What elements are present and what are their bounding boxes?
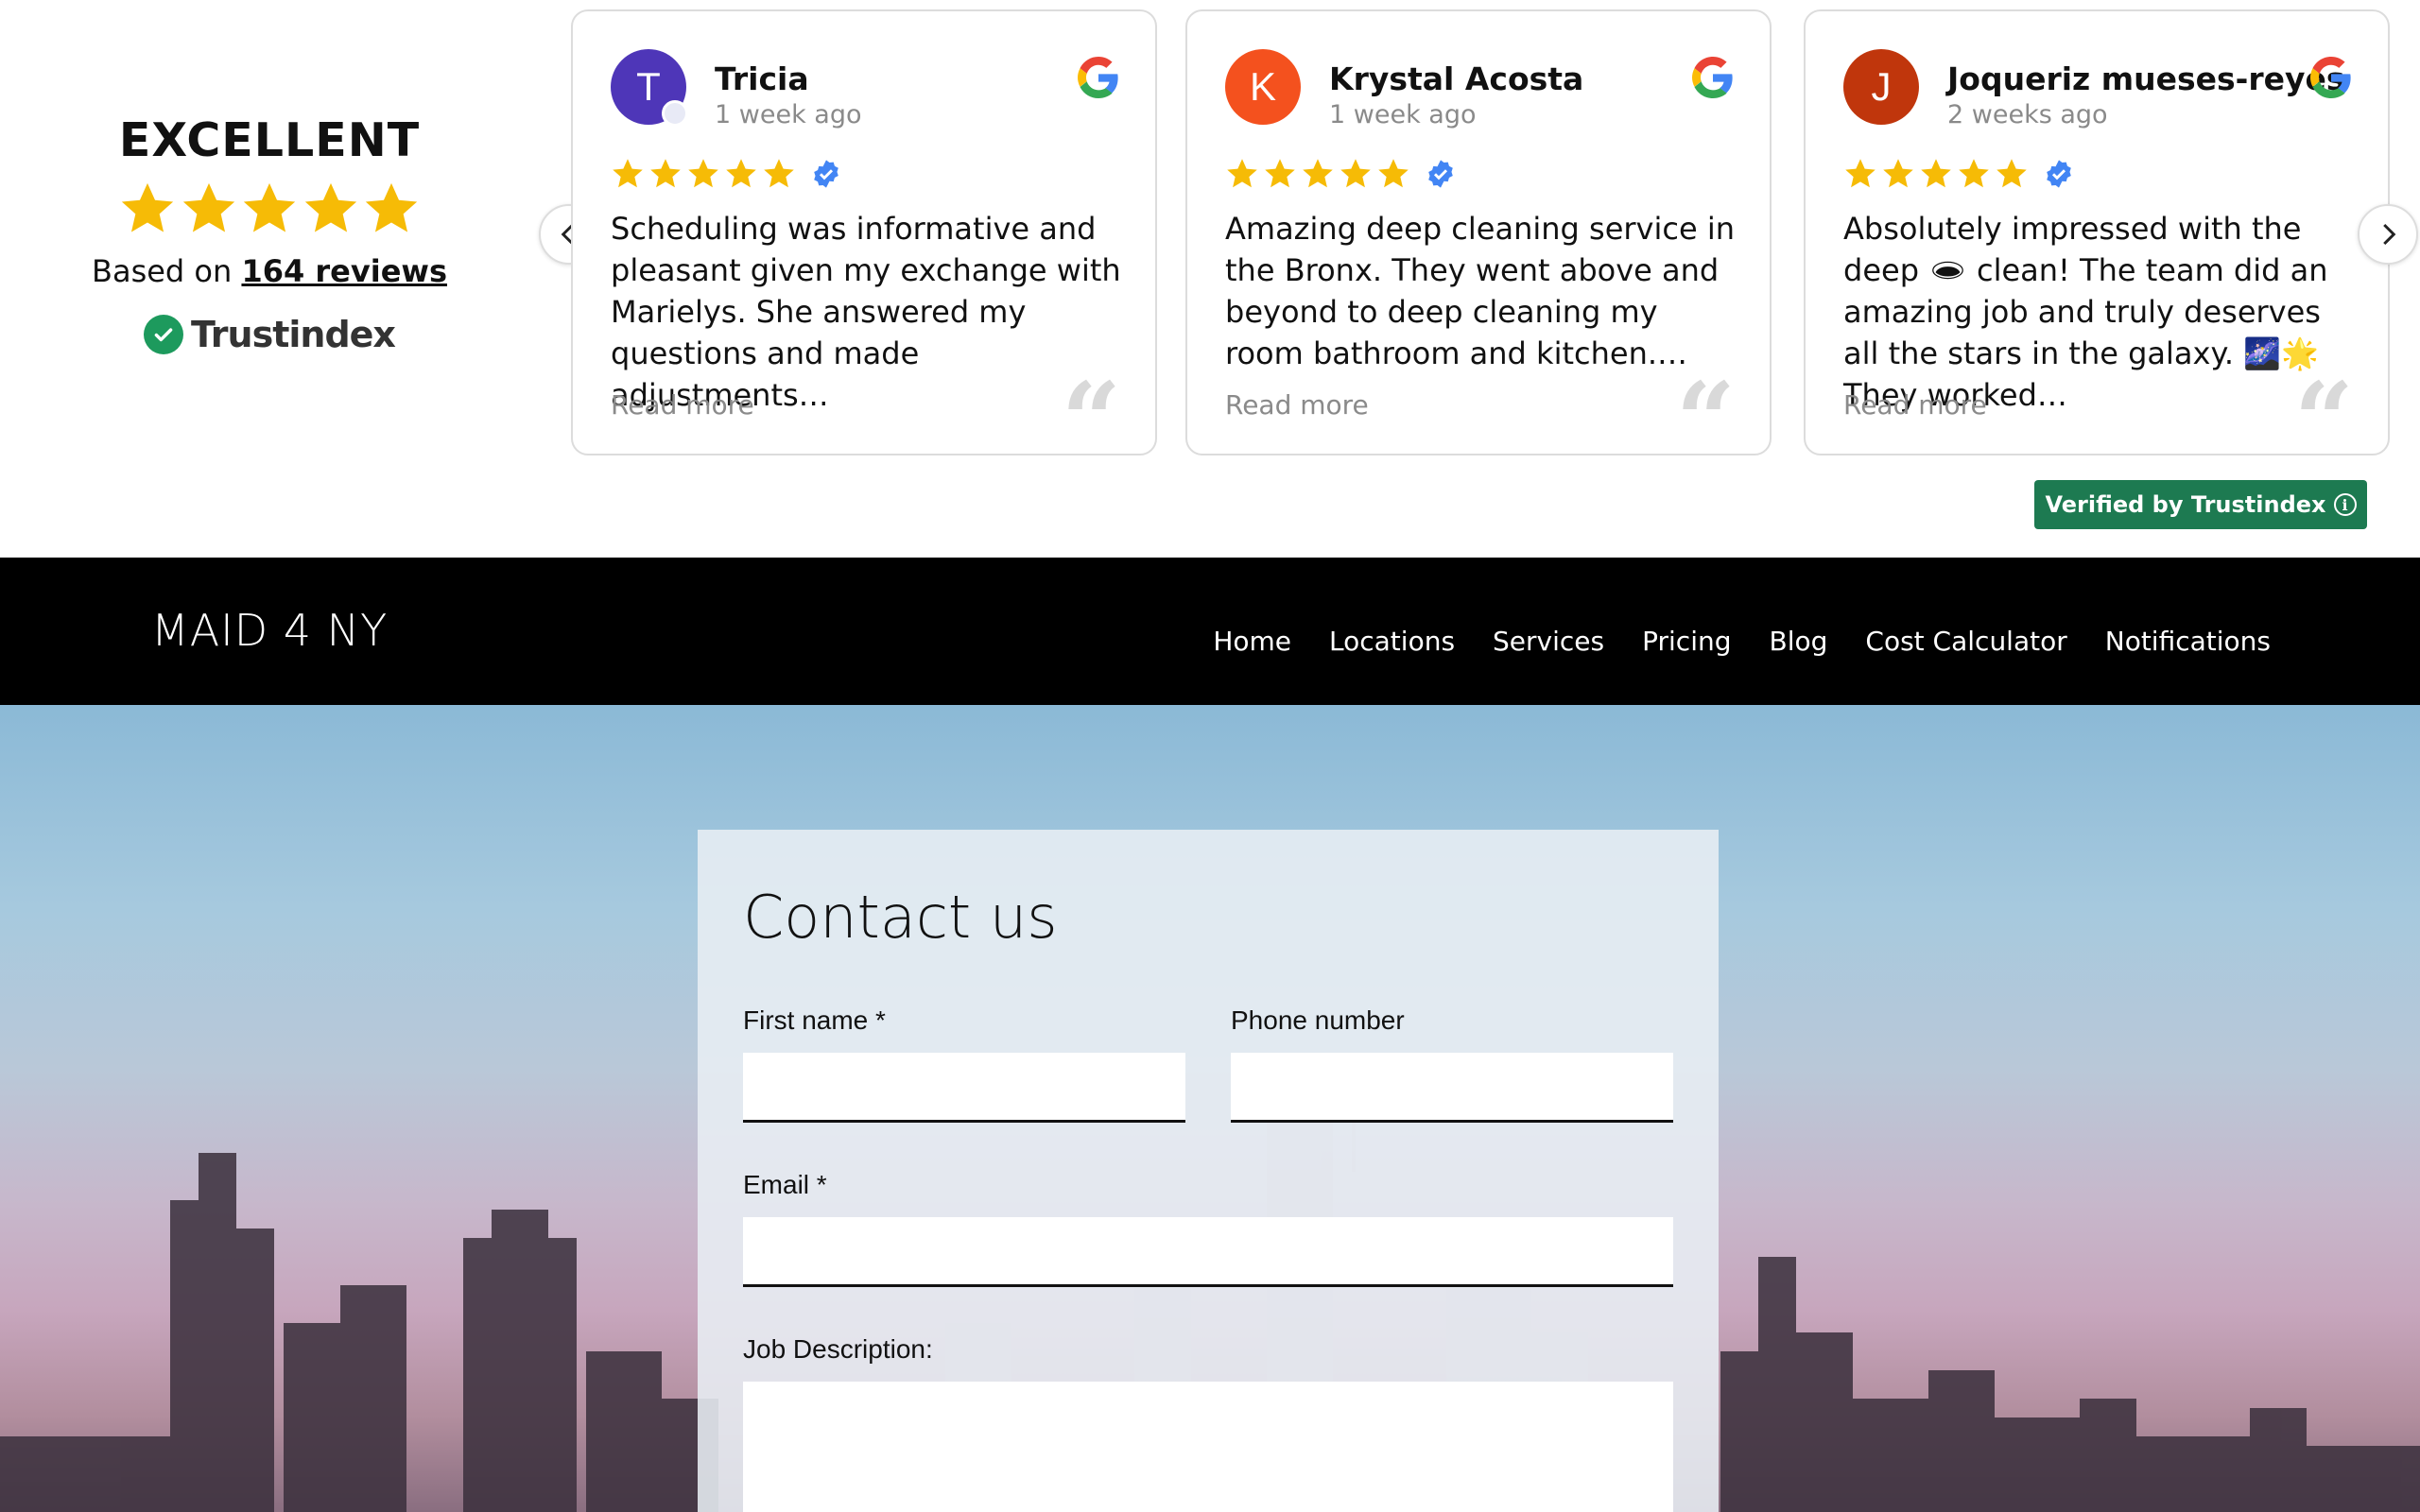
avatar-initial: J [1871,64,1892,109]
nav-item-cost-calculator[interactable]: Cost Calculator [1865,626,2066,657]
quote-icon: “ [2293,359,2354,481]
email-label: Email * [743,1170,827,1199]
review-time: 2 weeks ago [1947,100,2108,129]
review-time: 1 week ago [715,100,862,129]
google-logo-icon [1692,57,1733,98]
job-description-field[interactable] [743,1382,1673,1512]
review-card: T Tricia 1 week ago Scheduling was infor… [571,9,1157,472]
avatar: J [1843,49,1919,125]
read-more-link[interactable]: Read more [1225,389,1369,421]
rating-word: EXCELLENT [118,113,421,167]
star-icon [182,182,234,232]
quote-icon: “ [1061,359,1121,481]
reviewer-name: Tricia [715,60,809,97]
reviewer-name: Krystal Acosta [1329,60,1584,97]
summary-stars [118,180,421,242]
brand-name: Trustindex [191,314,396,355]
nav-item-blog[interactable]: Blog [1770,626,1828,657]
review-card: K Krystal Acosta 1 week ago Amazing deep… [1185,9,1772,472]
google-logo-icon [2310,57,2351,98]
star-icon [1340,159,1371,188]
star-icon [304,182,356,232]
review-time: 1 week ago [1329,100,1477,129]
read-more-link[interactable]: Read more [1843,389,1987,421]
review-count-link[interactable]: 164 reviews [241,253,447,289]
nav-item-locations[interactable]: Locations [1329,626,1455,657]
reviews-widget: EXCELLENT Based on 164 reviews Trustinde… [0,0,2420,558]
phone-field[interactable] [1231,1053,1673,1123]
star-icon [726,159,756,188]
star-icon [1227,159,1257,188]
review-card: J Joqueriz mueses-reyes 2 weeks ago Abso… [1804,9,2390,472]
email-field[interactable] [743,1217,1673,1287]
avatar: T [611,49,688,127]
phone-label: Phone number [1231,1005,1405,1035]
review-text: Amazing deep cleaning service in the Bro… [1225,211,1735,371]
star-icon [243,182,296,232]
next-review-button[interactable] [2358,204,2418,265]
check-circle-icon [144,315,184,354]
based-on-label: Based on [92,253,233,289]
avatar: K [1225,49,1301,125]
avatar-badge-icon [662,100,688,127]
form-title: Contact us [743,883,1058,952]
review-stars [1843,157,2074,191]
reviewer-name: Joqueriz mueses-reyes [1947,60,2345,97]
site-header: MAID 4 NY Home Locations Services Pricin… [0,558,2420,705]
main-menu: Home Locations Services Pricing Blog Cos… [1213,626,2271,657]
verified-label: Verified by Trustindex [2045,491,2326,518]
review-stars [1225,157,1456,191]
read-more-link[interactable]: Read more [611,389,754,421]
verified-badge-icon [2047,160,2071,188]
contact-form: Contact us First name * Phone number Ema… [698,830,1719,1512]
verified-badge-icon [1428,160,1453,188]
star-icon [1883,159,1913,188]
verified-badge-icon [814,160,838,188]
nav-item-pricing[interactable]: Pricing [1642,626,1731,657]
star-icon [764,159,794,188]
nav-item-services[interactable]: Services [1493,626,1604,657]
trustindex-brand: Trustindex [0,314,539,355]
star-icon [650,159,681,188]
review-text: Absolutely impressed with the deep 🕳 cle… [1843,211,2328,413]
verified-by-trustindex-button[interactable]: Verified by Trustindex i [2034,480,2367,529]
star-icon [688,159,718,188]
nav-item-home[interactable]: Home [1213,626,1291,657]
avatar-initial: K [1249,64,1276,109]
star-icon [1303,159,1333,188]
star-icon [1378,159,1409,188]
site-logo[interactable]: MAID 4 NY [151,605,388,656]
rating-summary: EXCELLENT Based on 164 reviews Trustinde… [0,0,539,444]
star-icon [1265,159,1295,188]
first-name-label: First name * [743,1005,886,1035]
star-icon [1959,159,1989,188]
job-description-label: Job Description: [743,1334,933,1364]
star-icon [121,182,174,232]
star-icon [1921,159,1951,188]
star-icon [613,159,643,188]
nav-item-notifications[interactable]: Notifications [2105,626,2271,657]
google-logo-icon [1078,57,1118,98]
based-on-text: Based on 164 reviews [0,253,539,289]
review-text: Scheduling was informative and pleasant … [611,211,1121,413]
review-stars [611,157,841,191]
first-name-field[interactable] [743,1053,1185,1123]
avatar-initial: T [636,64,661,109]
chevron-right-icon [2383,223,2396,246]
star-icon [1996,159,2027,188]
quote-icon: “ [1675,359,1736,481]
info-icon: i [2333,493,2357,516]
star-icon [1845,159,1876,188]
star-icon [365,182,418,232]
